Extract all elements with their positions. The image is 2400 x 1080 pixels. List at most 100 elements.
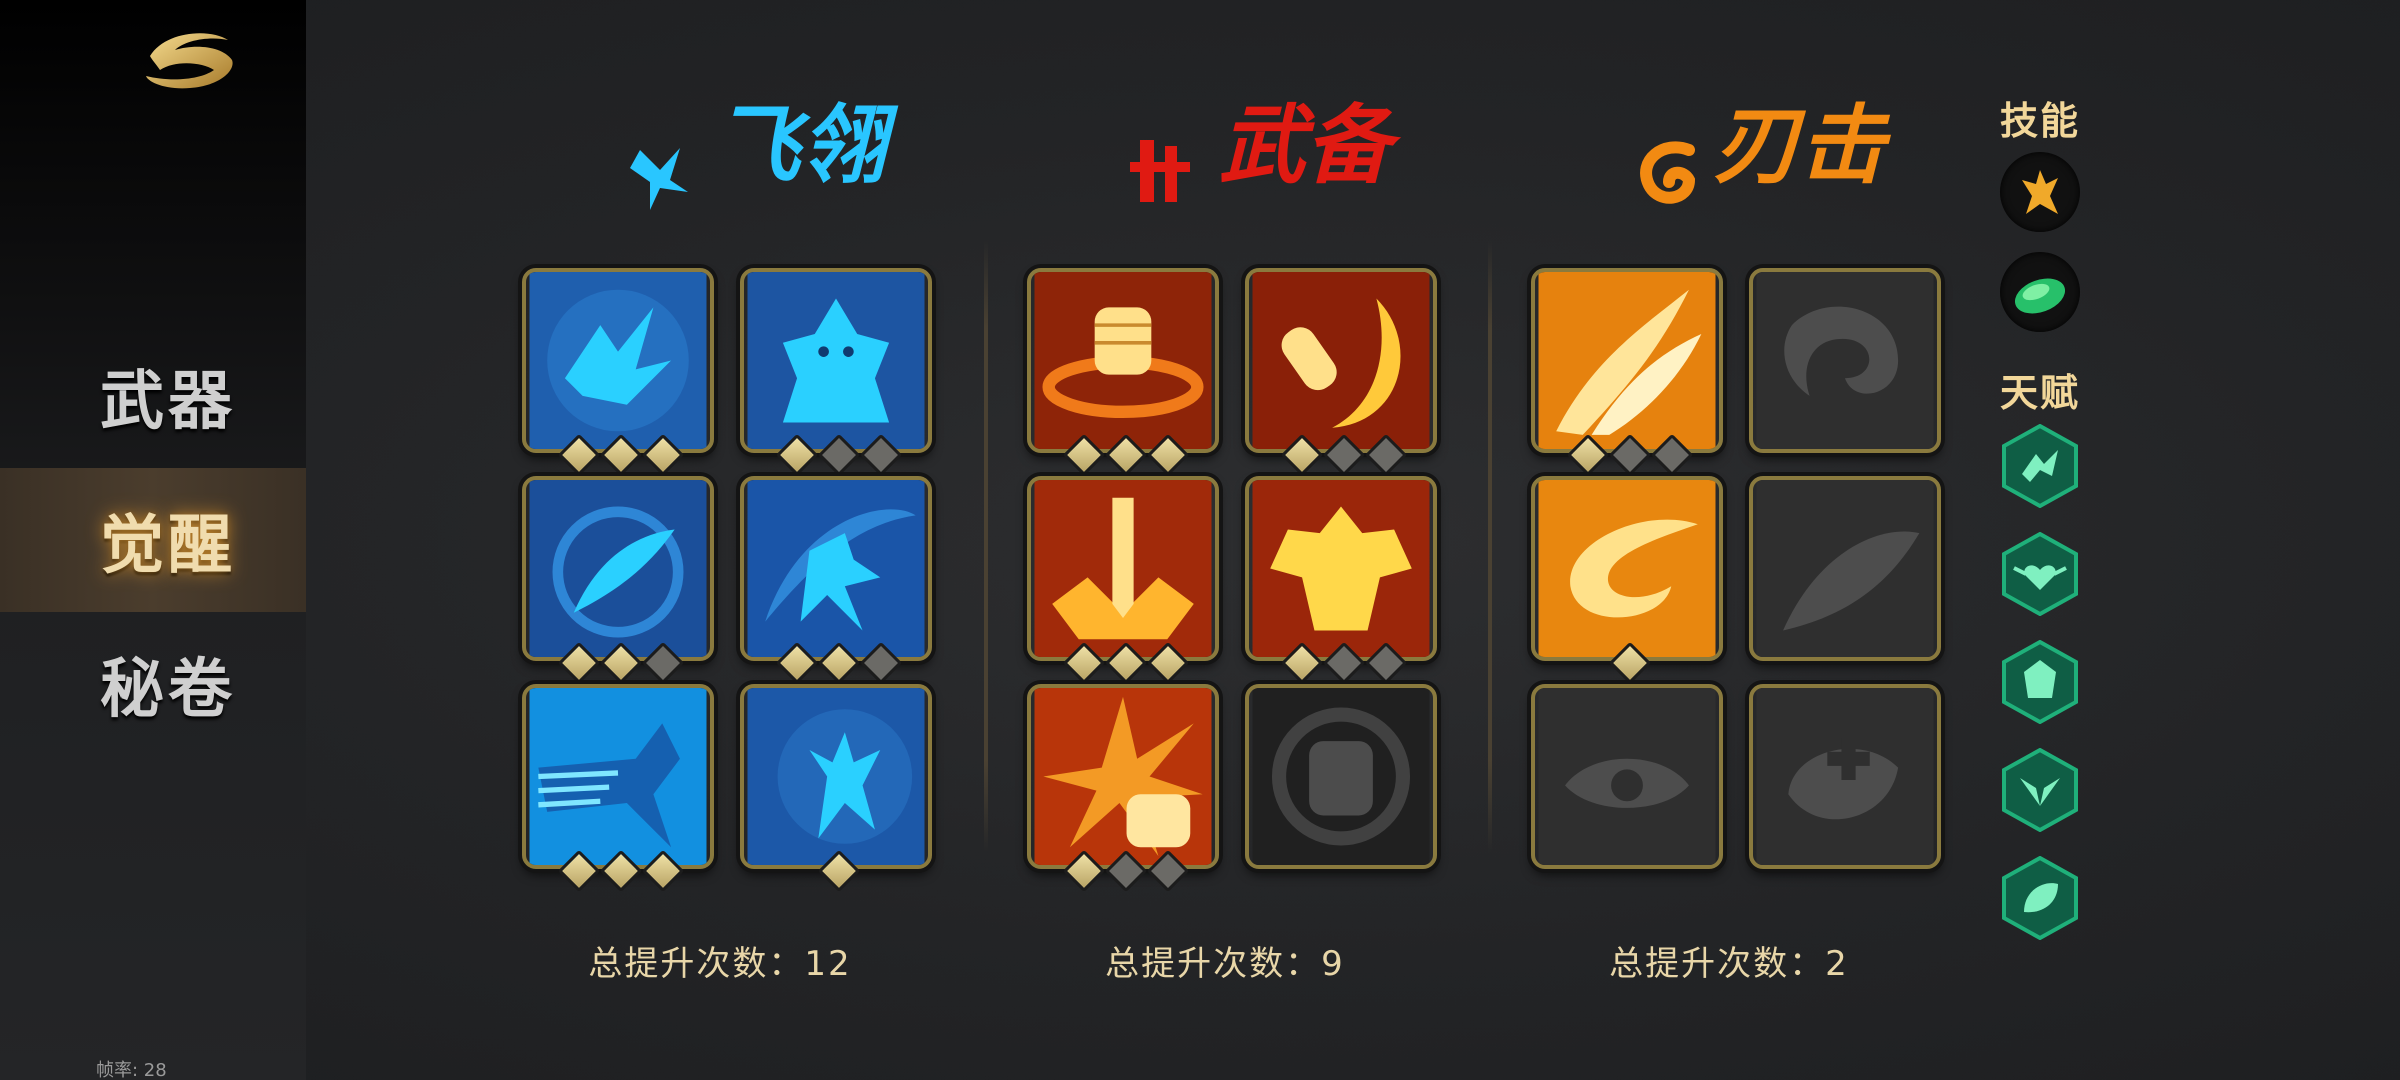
swirl-emblem-icon [1640,141,1696,204]
talent-wings-icon [2002,747,2078,833]
level-gem-icon [557,641,595,679]
fps-counter: 帧率: 28 [96,1060,167,1080]
level-gem-icon [817,433,855,471]
awaken-tile[interactable] [522,476,714,661]
awaken-tile[interactable] [1027,268,1219,453]
level-gems [1031,849,1215,887]
awaken-tile[interactable] [1027,476,1219,661]
sword-ground-icon [1031,480,1215,657]
nav-scrolls[interactable]: 秘卷 [0,612,306,756]
talent-slot[interactable] [2000,747,2080,833]
game-logo-icon[interactable] [140,26,240,96]
column-title-text: 飞翎 [714,95,899,196]
level-gem-icon [1104,433,1142,471]
flame-slash-icon [1535,272,1719,449]
talent-slot[interactable] [2000,423,2080,509]
talent-slot[interactable] [2000,639,2080,725]
level-gem-icon [1322,641,1360,679]
level-gem-icon [1104,641,1142,679]
talents-heading: 天赋 [1999,371,2080,415]
vortex-icon [1753,272,1937,449]
talent-slot[interactable] [2000,855,2080,941]
level-gems [1249,433,1433,471]
column-title-text: 武备 [1219,95,1402,196]
total-upgrades-label: 总提升次数：2 [1609,944,1849,984]
level-gem-icon [1146,433,1184,471]
skill-slot[interactable] [2000,252,2080,332]
bird-slash-icon [744,480,928,657]
level-gem-icon [557,849,595,887]
level-gem-icon [1146,849,1184,887]
column-title: 刃击 [1519,70,1939,220]
level-gems [1249,641,1433,679]
awaken-tile[interactable] [1245,476,1437,661]
level-gem-icon [641,433,679,471]
awaken-tile[interactable] [1245,268,1437,453]
level-gem-icon [1280,641,1318,679]
awaken-tile[interactable] [522,684,714,869]
level-gems [744,641,928,679]
eye-vortex-icon [1535,688,1719,865]
awaken-tile[interactable] [740,268,932,453]
level-gems [1031,641,1215,679]
nav-awaken[interactable]: 觉醒 [0,468,306,612]
skill-slot[interactable] [2000,152,2080,232]
awaken-tile-locked[interactable] [1749,268,1941,453]
awaken-tile-locked[interactable] [1749,476,1941,661]
fist-whirl-icon [1031,272,1215,449]
level-gem-icon [775,641,813,679]
level-gem-icon [599,849,637,887]
level-gem-icon [817,641,855,679]
bird-emblem-icon [630,148,688,210]
column-title: 武备 [1015,70,1435,220]
level-gems [1535,433,1719,471]
level-gem-icon [1062,433,1100,471]
level-gem-icon [859,433,897,471]
level-gems [1031,433,1215,471]
talent-gem-icon [2002,639,2078,725]
level-gem-icon [641,849,679,887]
level-gem-icon [1566,433,1604,471]
golden-claw-icon [2022,170,2058,214]
column-divider [1488,240,1492,852]
level-gem-icon [817,849,855,887]
skills-heading: 技能 [1999,99,2080,143]
nav-weapons[interactable]: 武器 [0,324,306,468]
total-upgrades-label: 总提升次数：12 [588,944,852,984]
sidebar: 武器 觉醒 秘卷 帧率: 28 [0,0,306,1080]
awaken-tile[interactable] [1027,684,1219,869]
awaken-tile[interactable] [522,268,714,453]
fist-shield-icon [1249,688,1433,865]
total-upgrades-label: 总提升次数：9 [1105,944,1345,984]
level-gems [1535,641,1719,679]
level-gem-icon [1280,433,1318,471]
bird-dash-icon [526,688,710,865]
level-gem-icon [599,641,637,679]
level-gem-icon [775,433,813,471]
awaken-tile-locked[interactable] [1531,684,1723,869]
level-gems [526,849,710,887]
column-divider [984,240,988,852]
awaken-tile-locked[interactable] [1749,684,1941,869]
talent-slot[interactable] [2000,531,2080,617]
level-gem-icon [859,641,897,679]
feather-sweep-icon [1753,480,1937,657]
awaken-tile[interactable] [1531,476,1723,661]
green-leaf-icon [2014,278,2066,314]
crescent-strike-icon [1249,272,1433,449]
level-gem-icon [1322,433,1360,471]
awaken-tile-locked[interactable] [1245,684,1437,869]
level-gems [526,433,710,471]
column-title-text: 刃击 [1713,95,1892,196]
level-gem-icon [1364,433,1402,471]
awaken-tile[interactable] [740,476,932,661]
bird-demon-icon [744,272,928,449]
talent-leaf-icon [2002,855,2078,941]
level-gem-icon [1364,641,1402,679]
level-gem-icon [1608,433,1646,471]
awaken-tile[interactable] [740,684,932,869]
awaken-tile[interactable] [1531,268,1723,453]
muscle-warrior-icon [1249,480,1433,657]
level-gem-icon [1104,849,1142,887]
level-gems [744,433,928,471]
